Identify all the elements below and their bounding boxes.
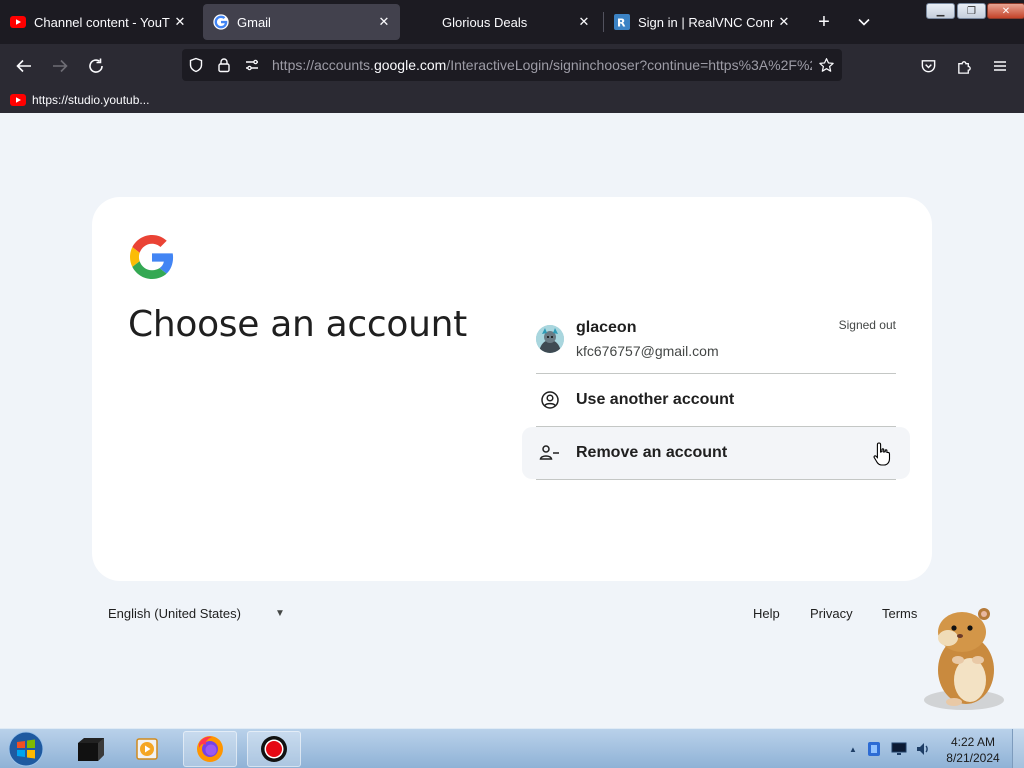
page-footer: English (United States) ▼ Help Privacy T… [92, 598, 932, 628]
bookmarks-toolbar: https://studio.youtub... [0, 86, 1024, 113]
show-hidden-icons-button[interactable]: ▲ [845, 741, 861, 757]
pocket-icon [921, 59, 935, 72]
close-window-button[interactable]: ✕ [987, 3, 1024, 19]
hamster-desktop-pet[interactable] [920, 604, 1010, 712]
bookmark-label: https://studio.youtub... [32, 93, 150, 107]
bookmark-youtube-studio[interactable]: https://studio.youtub... [10, 90, 149, 110]
close-tab-icon[interactable]: ✕ [170, 12, 190, 32]
use-another-account-label: Use another account [576, 391, 735, 408]
bookmark-star-icon[interactable] [812, 51, 840, 79]
youtube-icon [10, 92, 26, 108]
clock-date: 8/21/2024 [946, 751, 1000, 765]
tray-app-icon[interactable] [866, 741, 882, 757]
account-chooser-card: Choose an account glaceon kfc676757@gmai… [92, 197, 932, 581]
tab-title: Glorious Deals [442, 14, 528, 30]
tab-bar: Channel content - YouTube ✕ Gmail ✕ Glor… [0, 0, 1024, 44]
svg-text:R: R [617, 17, 626, 30]
terms-link[interactable]: Terms [882, 606, 917, 621]
puzzle-icon [957, 60, 971, 74]
record-icon [261, 736, 287, 762]
help-link[interactable]: Help [753, 606, 780, 621]
permissions-icon[interactable] [238, 51, 266, 79]
tracking-protection-shield-icon[interactable] [182, 51, 210, 79]
arrow-right-icon [53, 59, 68, 73]
remove-account-button[interactable]: Remove an account [522, 427, 910, 479]
arrow-left-icon [16, 59, 31, 73]
address-bar[interactable]: https://accounts.google.com/InteractiveL… [182, 49, 842, 81]
system-clock[interactable]: 4:22 AM 8/21/2024 [940, 734, 1006, 766]
tab-glorious-deals[interactable]: Glorious Deals ✕ [408, 4, 600, 40]
account-name: glaceon [576, 319, 637, 336]
clock-time: 4:22 AM [950, 735, 996, 749]
taskbar-recorder[interactable] [247, 731, 301, 767]
lock-icon[interactable] [210, 51, 238, 79]
tab-gmail[interactable]: Gmail ✕ [203, 4, 400, 40]
tab-title: Channel content - YouTube [34, 14, 170, 30]
hamburger-menu-icon [994, 61, 1006, 71]
chevron-down-icon [858, 18, 870, 26]
language-label: English (United States) [108, 606, 241, 621]
taskbar-terminal[interactable] [68, 731, 112, 767]
page-title: Choose an account [128, 304, 467, 345]
dropdown-arrow-icon: ▼ [274, 608, 285, 619]
youtube-icon [10, 14, 26, 30]
tab-title: Sign in | RealVNC Connect [638, 14, 774, 30]
minimize-window-button[interactable]: ▁ [926, 3, 955, 19]
divider [536, 479, 896, 480]
language-select[interactable]: English (United States) ▼ [108, 606, 285, 621]
url-path: /InteractiveLogin/signinchooser?continue… [446, 57, 812, 73]
volume-icon[interactable] [915, 741, 931, 757]
person-remove-icon [536, 439, 564, 467]
blank-favicon [418, 14, 434, 30]
realvnc-icon: R [614, 14, 630, 30]
close-tab-icon[interactable]: ✕ [574, 12, 594, 32]
taskbar-media-player[interactable] [126, 731, 170, 767]
firefox-icon [197, 736, 223, 762]
remove-account-label: Remove an account [576, 444, 728, 461]
forward-button[interactable] [46, 52, 74, 80]
use-another-account-button[interactable]: Use another account [536, 374, 896, 426]
url-host: google.com [373, 57, 447, 73]
pocket-button[interactable] [914, 52, 942, 80]
account-item-glaceon[interactable]: glaceon kfc676757@gmail.com Signed out [536, 309, 896, 375]
extensions-button[interactable] [950, 52, 978, 80]
terminal-icon [78, 738, 104, 761]
account-email: kfc676757@gmail.com [576, 343, 719, 359]
signed-out-status: Signed out [838, 318, 896, 332]
close-tab-icon[interactable]: ✕ [374, 12, 394, 32]
reload-icon [89, 58, 103, 73]
network-icon[interactable] [891, 741, 907, 757]
taskbar-firefox[interactable] [183, 731, 237, 767]
privacy-link[interactable]: Privacy [810, 606, 853, 621]
url-text[interactable]: https://accounts.google.com/InteractiveL… [272, 57, 812, 73]
google-icon [213, 14, 229, 30]
tab-title: Gmail [237, 14, 271, 30]
google-logo-icon [130, 235, 174, 279]
show-desktop-button[interactable] [1012, 729, 1024, 768]
avatar [536, 325, 564, 353]
hand-cursor-icon [873, 442, 891, 466]
start-button[interactable] [6, 730, 46, 768]
restore-window-button[interactable]: ❐ [957, 3, 986, 19]
tab-youtube[interactable]: Channel content - YouTube ✕ [0, 4, 196, 40]
back-button[interactable] [10, 52, 38, 80]
app-menu-button[interactable] [986, 52, 1014, 80]
navigation-toolbar: https://accounts.google.com/InteractiveL… [0, 44, 1024, 86]
account-circle-icon [536, 386, 564, 414]
windows-taskbar: ▲ 4:22 AM 8/21/2024 [0, 728, 1024, 768]
new-tab-button[interactable]: + [812, 10, 836, 34]
reload-button[interactable] [82, 52, 110, 80]
media-player-icon [136, 738, 158, 760]
tab-realvnc[interactable]: R Sign in | RealVNC Connect ✕ [604, 4, 800, 40]
url-prefix: https://accounts. [272, 57, 374, 73]
list-all-tabs-button[interactable] [852, 10, 876, 34]
close-tab-icon[interactable]: ✕ [774, 12, 794, 32]
